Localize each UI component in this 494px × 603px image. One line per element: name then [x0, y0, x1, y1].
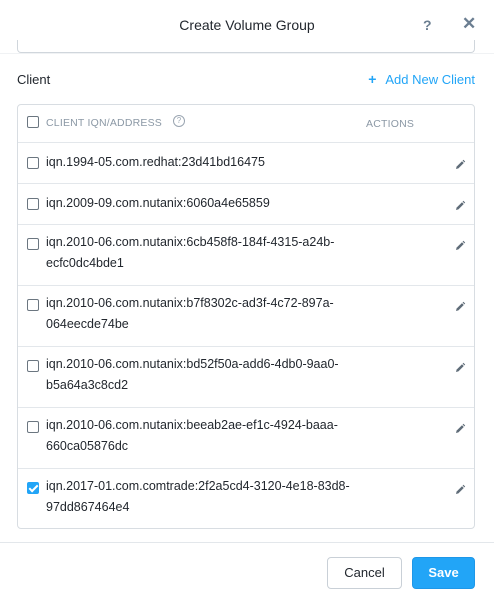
pencil-icon[interactable]	[454, 483, 466, 495]
client-iqn: iqn.1994-05.com.redhat:23d41bd16475	[46, 155, 265, 169]
table-row[interactable]: iqn.1994-05.com.redhat:23d41bd16475	[18, 142, 474, 183]
table-row[interactable]: iqn.2010-06.com.nutanix:b7f8302c-ad3f-4c…	[18, 285, 474, 346]
client-iqn: iqn.2010-06.com.nutanix:bd52f50a-add6-4d…	[46, 357, 339, 392]
row-checkbox[interactable]	[27, 299, 39, 311]
footer-divider	[0, 542, 494, 543]
help-icon[interactable]: ?	[423, 17, 432, 33]
previous-field-edge	[17, 40, 475, 53]
row-checkbox[interactable]	[27, 360, 39, 372]
row-checkbox[interactable]	[27, 238, 39, 250]
close-icon[interactable]: ✕	[462, 15, 476, 33]
pencil-icon[interactable]	[454, 158, 466, 170]
plus-icon: +	[368, 71, 377, 87]
table-row[interactable]: iqn.2017-01.com.comtrade:2f2a5cd4-3120-4…	[18, 468, 474, 528]
pencil-icon[interactable]	[454, 361, 466, 373]
header-divider	[0, 53, 494, 54]
pencil-icon[interactable]	[454, 300, 466, 312]
client-iqn: iqn.2009-09.com.nutanix:6060a4e65859	[46, 196, 270, 210]
row-checkbox[interactable]	[27, 421, 39, 433]
table-row[interactable]: iqn.2010-06.com.nutanix:6cb458f8-184f-43…	[18, 224, 474, 285]
pencil-icon[interactable]	[454, 239, 466, 251]
add-new-client-button[interactable]: + Add New Client	[368, 71, 475, 87]
dialog-title: Create Volume Group	[179, 17, 315, 33]
save-button[interactable]: Save	[412, 557, 475, 589]
pencil-icon[interactable]	[454, 422, 466, 434]
column-header-actions: ACTIONS	[366, 118, 415, 130]
client-iqn: iqn.2017-01.com.comtrade:2f2a5cd4-3120-4…	[46, 479, 350, 514]
column-header-iqn: CLIENT IQN/ADDRESS	[46, 117, 163, 129]
table-row[interactable]: iqn.2010-06.com.nutanix:bd52f50a-add6-4d…	[18, 346, 474, 407]
select-all-checkbox[interactable]	[27, 116, 39, 128]
client-table: CLIENT IQN/ADDRESS ? ACTIONS iqn.1994-05…	[17, 104, 475, 529]
client-iqn: iqn.2010-06.com.nutanix:b7f8302c-ad3f-4c…	[46, 296, 334, 331]
client-section-label: Client	[17, 72, 51, 87]
table-row[interactable]: iqn.2009-09.com.nutanix:6060a4e65859	[18, 183, 474, 224]
add-new-client-label: Add New Client	[385, 72, 475, 87]
client-iqn: iqn.2010-06.com.nutanix:6cb458f8-184f-43…	[46, 235, 335, 270]
row-checkbox[interactable]	[27, 198, 39, 210]
cancel-button[interactable]: Cancel	[327, 557, 402, 589]
table-header: CLIENT IQN/ADDRESS ? ACTIONS	[18, 105, 474, 142]
row-checkbox[interactable]	[27, 157, 39, 169]
row-checkbox[interactable]	[27, 482, 39, 494]
table-row[interactable]: iqn.2010-06.com.nutanix:beeab2ae-ef1c-49…	[18, 407, 474, 468]
pencil-icon[interactable]	[454, 199, 466, 211]
info-icon[interactable]: ?	[173, 115, 185, 127]
client-iqn: iqn.2010-06.com.nutanix:beeab2ae-ef1c-49…	[46, 418, 338, 453]
